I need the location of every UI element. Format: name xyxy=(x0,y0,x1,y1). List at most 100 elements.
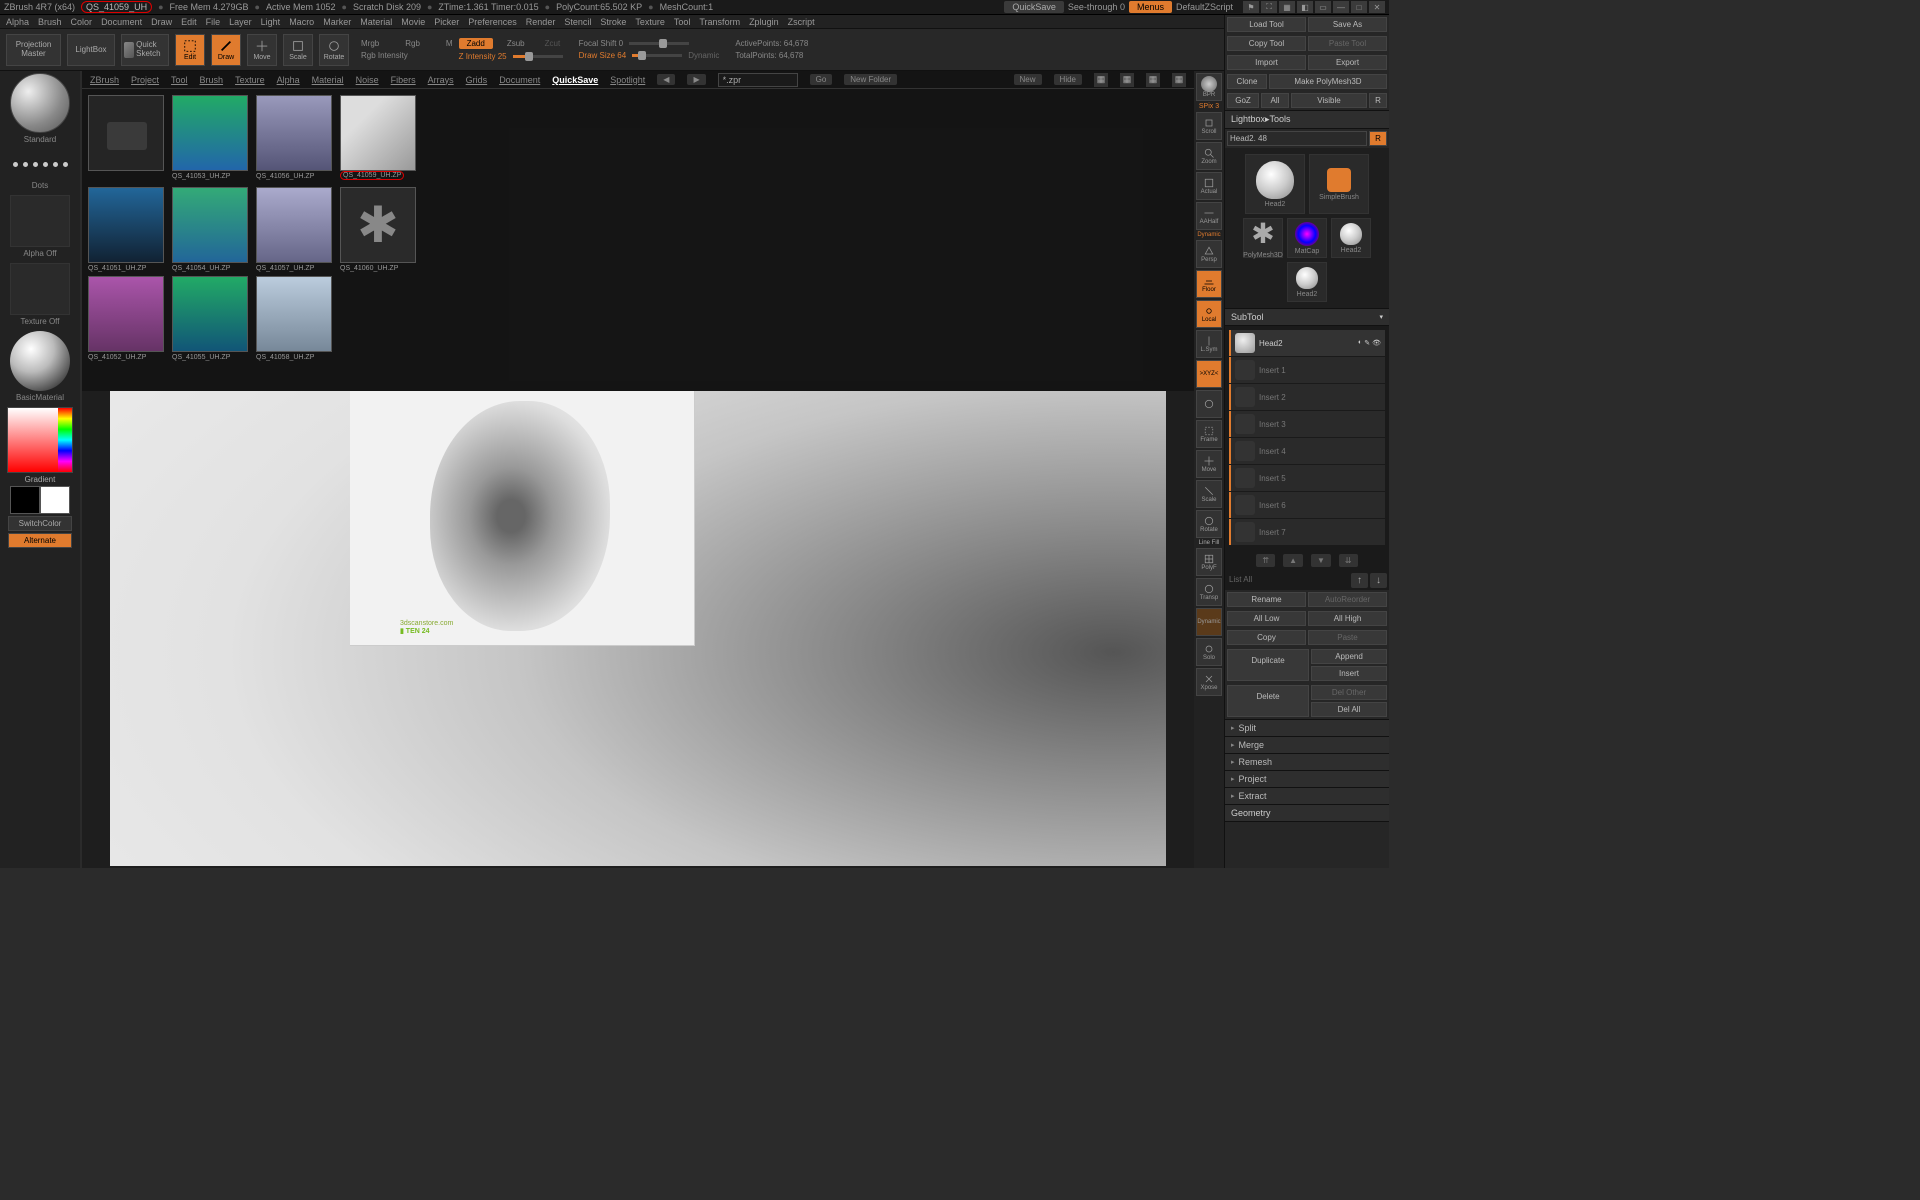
browser-tab-alpha[interactable]: Alpha xyxy=(277,75,300,85)
down-button[interactable]: ▼ xyxy=(1311,554,1331,567)
browser-tab-arrays[interactable]: Arrays xyxy=(428,75,454,85)
spix-label[interactable]: SPix 3 xyxy=(1199,103,1219,110)
focal-shift-slider[interactable] xyxy=(629,42,689,45)
lsym-button[interactable]: L.Sym xyxy=(1196,330,1222,358)
goz-r-button[interactable]: R xyxy=(1369,93,1387,108)
tool-head2[interactable]: Head2 xyxy=(1245,154,1305,214)
rename-button[interactable]: Rename xyxy=(1227,592,1306,607)
local-button[interactable]: Local xyxy=(1196,300,1222,328)
layout-icon[interactable]: ◧ xyxy=(1297,1,1313,13)
browser-prev-button[interactable]: ◀ xyxy=(657,74,675,85)
persp-button[interactable]: Persp xyxy=(1196,240,1222,268)
menu-preferences[interactable]: Preferences xyxy=(468,17,517,27)
browser-search-input[interactable] xyxy=(718,73,798,87)
hue-strip[interactable] xyxy=(58,408,72,472)
menu-zscript[interactable]: Zscript xyxy=(788,17,815,27)
up-all-button[interactable]: ⇈ xyxy=(1256,554,1275,567)
thumb-item[interactable]: QS_41053_UH.ZP xyxy=(172,95,248,183)
alpha-slot[interactable] xyxy=(10,195,70,247)
copy-tool-button[interactable]: Copy Tool xyxy=(1227,36,1306,51)
min-icon[interactable]: ▭ xyxy=(1315,1,1331,13)
menu-material[interactable]: Material xyxy=(360,17,392,27)
close-button[interactable]: ✕ xyxy=(1369,1,1385,13)
subtool-row-active[interactable]: Head2◐✎👁 xyxy=(1229,330,1385,356)
move-mode-button[interactable]: Move xyxy=(247,34,277,66)
seethrough-slider[interactable]: See-through 0 xyxy=(1068,2,1125,12)
pin-icon[interactable]: ⚑ xyxy=(1243,1,1259,13)
paste-subtool-button[interactable]: Paste xyxy=(1308,630,1387,645)
thumb-item[interactable] xyxy=(88,95,164,183)
browser-tab-project[interactable]: Project xyxy=(131,75,159,85)
visibility-icon[interactable]: 👁 xyxy=(1372,339,1381,347)
xpose-button[interactable]: Xpose xyxy=(1196,668,1222,696)
all-low-button[interactable]: All Low xyxy=(1227,611,1306,626)
scale-mode-button[interactable]: Scale xyxy=(283,34,313,66)
subtool-row[interactable]: Insert 7 xyxy=(1229,519,1385,545)
browser-tab-document[interactable]: Document xyxy=(499,75,540,85)
solo-button[interactable]: Solo xyxy=(1196,638,1222,666)
menu-render[interactable]: Render xyxy=(526,17,556,27)
append-button[interactable]: Append xyxy=(1311,649,1387,664)
view-large-icon[interactable]: ▦ xyxy=(1146,73,1160,87)
delete-button[interactable]: Delete xyxy=(1227,685,1309,717)
all-high-button[interactable]: All High xyxy=(1308,611,1387,626)
menu-picker[interactable]: Picker xyxy=(434,17,459,27)
scale-nav-button[interactable]: Scale xyxy=(1196,480,1222,508)
import-button[interactable]: Import xyxy=(1227,55,1306,70)
thumb-item[interactable]: QS_41055_UH.ZP xyxy=(172,276,248,361)
menu-transform[interactable]: Transform xyxy=(699,17,740,27)
rotate-nav-button[interactable]: Rotate xyxy=(1196,510,1222,538)
goz-visible-button[interactable]: Visible xyxy=(1291,93,1367,108)
subtool-row[interactable]: Insert 2 xyxy=(1229,384,1385,410)
tool-polymesh[interactable]: ✱PolyMesh3D xyxy=(1243,218,1283,258)
copy-subtool-button[interactable]: Copy xyxy=(1227,630,1306,645)
menu-texture[interactable]: Texture xyxy=(635,17,665,27)
thumb-item[interactable]: QS_41056_UH.ZP xyxy=(256,95,332,183)
swatch-colors[interactable] xyxy=(10,486,70,514)
dynamic-button[interactable]: Dynamic xyxy=(1196,608,1222,636)
brush-preview[interactable] xyxy=(10,73,70,133)
menu-layer[interactable]: Layer xyxy=(229,17,252,27)
polyf-button[interactable]: PolyF xyxy=(1196,548,1222,576)
list-all-button[interactable]: List All xyxy=(1227,573,1349,588)
menu-document[interactable]: Document xyxy=(101,17,142,27)
draw-mode-button[interactable]: Draw xyxy=(211,34,241,66)
minimize-button[interactable]: — xyxy=(1333,1,1349,13)
brush-icon[interactable]: ✎ xyxy=(1364,339,1370,347)
new-folder-button[interactable]: New Folder xyxy=(844,74,897,85)
subtool-row[interactable]: Insert 4 xyxy=(1229,438,1385,464)
view-list-icon[interactable]: ▦ xyxy=(1094,73,1108,87)
m-button[interactable] xyxy=(1196,390,1222,418)
move-down-button[interactable]: ↓ xyxy=(1370,573,1387,588)
maximize-button[interactable]: □ xyxy=(1351,1,1367,13)
down-all-button[interactable]: ⇊ xyxy=(1339,554,1358,567)
thumb-item[interactable]: QS_41052_UH.ZP xyxy=(88,276,164,361)
menu-brush[interactable]: Brush xyxy=(38,17,62,27)
expand-icon[interactable]: ⛶ xyxy=(1261,1,1277,13)
view-small-icon[interactable]: ▦ xyxy=(1120,73,1134,87)
browser-tab-material[interactable]: Material xyxy=(312,75,344,85)
browser-tab-quicksave[interactable]: QuickSave xyxy=(552,75,598,85)
transp-button[interactable]: Transp xyxy=(1196,578,1222,606)
grid-icon[interactable]: ▦ xyxy=(1279,1,1295,13)
view-huge-icon[interactable]: ▦ xyxy=(1172,73,1186,87)
browser-go-button[interactable]: Go xyxy=(810,74,833,85)
draw-size-slider[interactable] xyxy=(632,54,682,57)
zadd-button[interactable]: Zadd xyxy=(459,38,493,49)
insert-button[interactable]: Insert xyxy=(1311,666,1387,681)
menu-stroke[interactable]: Stroke xyxy=(600,17,626,27)
make-polymesh-button[interactable]: Make PolyMesh3D xyxy=(1269,74,1387,89)
edit-mode-button[interactable]: Edit xyxy=(175,34,205,66)
save-as-button[interactable]: Save As xyxy=(1308,17,1387,32)
menu-macro[interactable]: Macro xyxy=(289,17,314,27)
zoom-button[interactable]: Zoom xyxy=(1196,142,1222,170)
menus-button[interactable]: Menus xyxy=(1129,1,1172,13)
xyz-button[interactable]: >XYZ< xyxy=(1196,360,1222,388)
projection-master-button[interactable]: Projection Master xyxy=(6,34,61,66)
thumb-item[interactable]: QS_41051_UH.ZP xyxy=(88,187,164,272)
menu-alpha[interactable]: Alpha xyxy=(6,17,29,27)
switch-color-button[interactable]: SwitchColor xyxy=(8,516,72,531)
tool-simplebrush[interactable]: SimpleBrush xyxy=(1309,154,1369,214)
browser-hide-button[interactable]: Hide xyxy=(1054,74,1082,85)
menu-marker[interactable]: Marker xyxy=(323,17,351,27)
